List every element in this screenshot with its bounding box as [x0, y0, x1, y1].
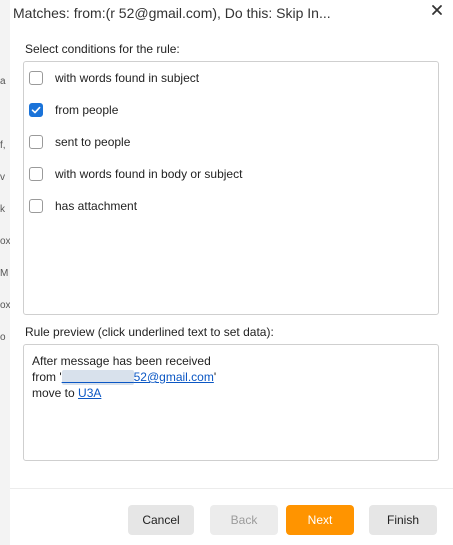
conditions-label: Select conditions for the rule: [25, 42, 180, 56]
strip-glyph: ox [0, 236, 11, 247]
strip-glyph: ox [0, 300, 11, 311]
redacted-email-part: xxxxxxxxxxxx [61, 370, 134, 385]
preview-email-link[interactable]: xxxxxxxxxxxx52@gmail.com [61, 370, 214, 385]
check-icon [31, 106, 41, 114]
strip-glyph: a [0, 76, 6, 87]
conditions-list: with words found in subject from people … [23, 61, 439, 315]
preview-line-from: from 'xxxxxxxxxxxx52@gmail.com' [32, 370, 216, 385]
finish-button[interactable]: Finish [369, 505, 437, 535]
strip-glyph: k [0, 204, 5, 215]
close-icon-glyph [432, 5, 442, 15]
checkbox[interactable] [29, 199, 43, 213]
dialog-title: Matches: from:(r 52@gmail.com), Do this:… [13, 5, 331, 21]
strip-glyph: f, [0, 140, 6, 151]
condition-words-in-body-or-subject[interactable]: with words found in body or subject [28, 163, 428, 185]
rule-preview: After message has been received from 'xx… [23, 344, 439, 461]
rule-wizard-dialog: Matches: from:(r 52@gmail.com), Do this:… [10, 0, 453, 545]
condition-label: with words found in subject [55, 71, 200, 85]
checkbox[interactable] [29, 167, 43, 181]
strip-glyph: o [0, 332, 6, 343]
preview-move-prefix: move to [32, 386, 79, 400]
close-icon[interactable] [428, 3, 446, 21]
email-visible: 52@gmail.com [133, 370, 214, 384]
preview-line-received: After message has been received [32, 354, 211, 368]
preview-from-prefix: from ' [32, 370, 62, 384]
next-button[interactable]: Next [286, 505, 354, 535]
cancel-button[interactable]: Cancel [128, 505, 194, 535]
condition-label: with words found in body or subject [55, 167, 243, 181]
condition-sent-to-people[interactable]: sent to people [28, 131, 428, 153]
checkbox[interactable] [29, 71, 43, 85]
preview-label: Rule preview (click underlined text to s… [25, 325, 274, 339]
condition-has-attachment[interactable]: has attachment [28, 195, 428, 217]
checkbox-checked[interactable] [29, 103, 43, 117]
preview-folder-link[interactable]: U3A [78, 386, 101, 400]
footer-divider [10, 488, 453, 489]
condition-label: has attachment [55, 199, 138, 213]
strip-glyph: M [0, 268, 9, 279]
preview-from-suffix: ' [213, 370, 217, 384]
condition-label: sent to people [55, 135, 131, 149]
condition-from-people[interactable]: from people [28, 99, 428, 121]
checkbox[interactable] [29, 135, 43, 149]
back-button[interactable]: Back [210, 505, 278, 535]
condition-words-in-subject[interactable]: with words found in subject [28, 67, 428, 89]
condition-label: from people [55, 103, 119, 117]
strip-glyph: v [0, 172, 5, 183]
preview-line-move: move to U3A [32, 386, 101, 401]
